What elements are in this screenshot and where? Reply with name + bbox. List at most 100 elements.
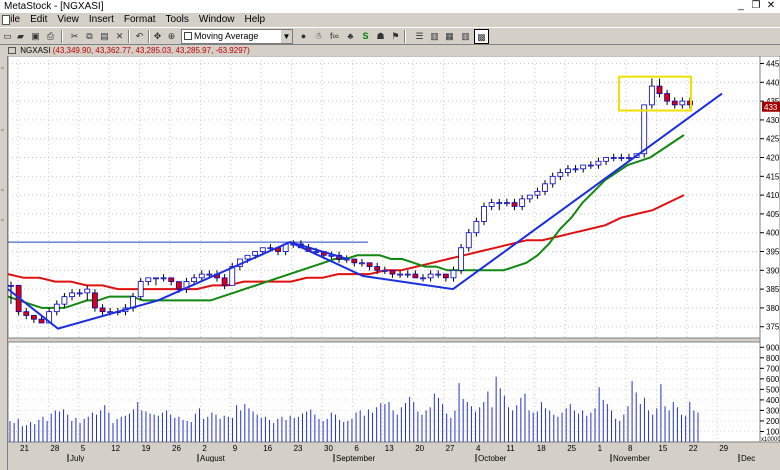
x-tick-label: 12: [111, 444, 120, 453]
chevron-down-icon[interactable]: ▼: [281, 30, 292, 43]
expert-icon[interactable]: ☃: [311, 29, 326, 44]
open-icon[interactable]: ▰: [13, 29, 28, 44]
arrange-icon[interactable]: ▥: [458, 29, 473, 44]
vol-y-tick-label: 300: [766, 406, 780, 415]
menu-insert[interactable]: Insert: [85, 13, 120, 27]
candle-body: [580, 164, 587, 170]
candle-body: [38, 318, 45, 324]
undo-icon[interactable]: ↶: [132, 29, 147, 44]
candle-body: [442, 273, 449, 279]
indicator-select[interactable]: Moving Average ▼: [181, 29, 293, 44]
month-label: August: [200, 454, 226, 463]
candle-body: [450, 269, 457, 279]
security-header: NGXASI (43,349.90, 43,362.77, 43,285.03,…: [8, 45, 780, 56]
zoom-icon[interactable]: ⊕: [164, 29, 179, 44]
last-price-label: 433: [764, 103, 778, 112]
x-tick-label: 15: [658, 444, 667, 453]
toolbar: ▭ ▰ ▣ ⎙ ✂ ⧉ ▤ ✕ ↶ ✥ ⊕ Moving Average ▼ ●…: [0, 27, 780, 45]
window-controls: _ ❐ ✕: [734, 0, 778, 13]
month-label: September: [336, 454, 375, 463]
candle-body: [626, 157, 632, 159]
x-tick-label: 21: [20, 444, 29, 453]
copy-icon[interactable]: ⧉: [82, 29, 97, 44]
security-icon[interactable]: ♣: [343, 29, 358, 44]
title-bar: MetaStock - [NGXASI] _ ❐ ✕: [0, 0, 780, 13]
document-icon[interactable]: [2, 15, 10, 25]
y-tick-label: 385: [766, 285, 780, 294]
dollar-icon[interactable]: S: [358, 29, 373, 44]
explorer-icon[interactable]: ☗: [373, 29, 388, 44]
menu-view[interactable]: View: [53, 13, 85, 27]
candle-body: [458, 247, 465, 271]
cut-icon[interactable]: ✂: [67, 29, 82, 44]
strip-icon[interactable]: ▫: [1, 126, 6, 135]
candle-body: [76, 292, 83, 295]
function-icon[interactable]: f∞: [327, 29, 342, 44]
y-tick-label: 400: [766, 229, 780, 238]
candle-body: [259, 247, 266, 252]
candle-body: [595, 160, 602, 166]
x-tick-label: 5: [81, 444, 86, 453]
layout-icon[interactable]: ☰: [412, 29, 427, 44]
help-cursor-icon[interactable]: ⚑: [388, 29, 403, 44]
pin-icon[interactable]: ●: [296, 29, 311, 44]
candle-body: [175, 281, 182, 290]
restore-button[interactable]: ❐: [749, 0, 763, 12]
candle-body: [252, 251, 259, 256]
cascade-icon[interactable]: ▦: [442, 29, 457, 44]
y-tick-label: 445: [766, 60, 780, 69]
x-tick-label: 16: [263, 444, 272, 453]
candle-body: [244, 254, 251, 260]
candle-body: [84, 288, 91, 294]
x-tick-label: 2: [202, 444, 207, 453]
candle-body: [61, 296, 68, 305]
tile-icon[interactable]: ▥: [427, 29, 442, 44]
month-label: Dec: [741, 454, 755, 463]
candle-body: [496, 202, 503, 205]
candle-body: [481, 205, 487, 222]
candle-body: [641, 104, 648, 155]
print-icon[interactable]: ⎙: [43, 29, 58, 44]
crosshair-icon[interactable]: ✥: [150, 29, 165, 44]
grid-icon[interactable]: ▩: [474, 29, 489, 44]
x-tick-label: 13: [385, 444, 394, 453]
strip-icon[interactable]: ▫: [1, 64, 6, 73]
candle-body: [656, 85, 663, 94]
x-tick-label: 18: [537, 444, 546, 453]
y-tick-label: 375: [766, 323, 780, 332]
y-tick-label: 440: [766, 78, 780, 87]
vol-y-tick-label: 700: [766, 364, 780, 373]
x-tick-label: 28: [50, 444, 59, 453]
candle-body: [153, 277, 159, 280]
menu-format[interactable]: Format: [120, 13, 162, 27]
close-button[interactable]: ✕: [764, 0, 778, 12]
strip-icon[interactable]: ▫: [1, 216, 6, 225]
menu-edit[interactable]: Edit: [26, 13, 53, 27]
candle-body: [465, 232, 472, 249]
candle-body: [137, 281, 144, 298]
candle-body: [565, 168, 571, 173]
candle-body: [412, 273, 419, 279]
candle-body: [404, 273, 411, 276]
strip-icon[interactable]: ▫: [1, 186, 6, 195]
candle-body: [572, 168, 579, 171]
candle-body: [8, 284, 14, 287]
candle-body: [679, 100, 686, 106]
candle-body: [549, 175, 556, 185]
candle-body: [160, 277, 167, 280]
vol-y-tick-label: 800: [766, 354, 780, 363]
menu-help[interactable]: Help: [240, 13, 271, 27]
menu-window[interactable]: Window: [195, 13, 241, 27]
candle-body: [191, 277, 198, 282]
paste-icon[interactable]: ▤: [97, 29, 112, 44]
save-icon[interactable]: ▣: [28, 29, 43, 44]
candle-body: [30, 315, 37, 320]
minimize-button[interactable]: _: [734, 0, 748, 12]
chart-area[interactable]: 21 28 5 12 19 26 2 9 16 23 30 6 13 20 27 4 11 18 25 1 8 15 22 2…: [8, 56, 780, 470]
candle-body: [557, 172, 564, 177]
candle-body: [671, 100, 678, 106]
y-tick-label: 410: [766, 191, 780, 200]
delete-icon[interactable]: ✕: [112, 29, 127, 44]
candle-body: [503, 202, 510, 205]
menu-tools[interactable]: Tools: [162, 13, 195, 27]
